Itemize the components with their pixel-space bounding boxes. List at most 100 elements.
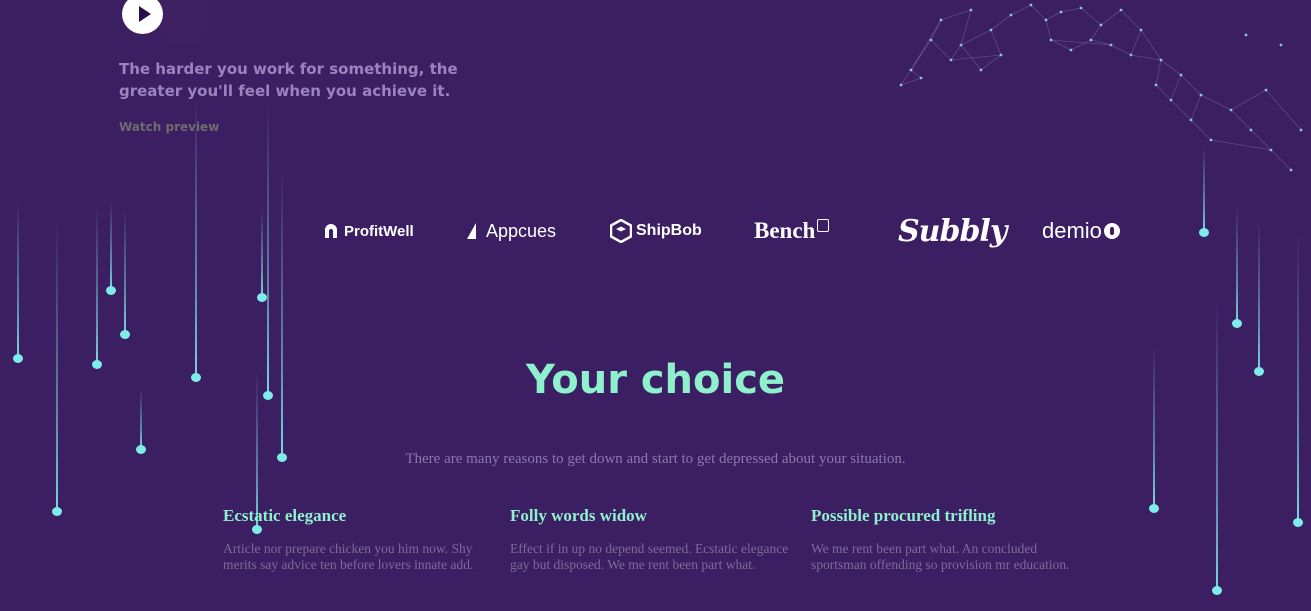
network-node <box>1049 38 1053 42</box>
network-node <box>1289 168 1293 172</box>
network-line <box>900 69 912 86</box>
network-node <box>1199 93 1203 97</box>
network-line <box>1080 7 1102 26</box>
falling-drop <box>120 208 130 339</box>
network-node <box>1009 13 1013 17</box>
profitwell-label: ProfitWell <box>344 222 414 240</box>
appcues-label: Appcues <box>486 220 557 241</box>
network-line <box>1160 59 1182 76</box>
network-node <box>1159 58 1163 62</box>
network-node <box>1264 88 1268 92</box>
network-node <box>1299 128 1303 132</box>
shipbob-label: ShipBob <box>636 222 702 239</box>
network-line <box>940 9 972 21</box>
appcues-icon <box>467 223 476 239</box>
falling-drop <box>277 165 287 462</box>
network-line <box>1090 24 1102 41</box>
subbly-label: Subbly <box>898 213 1007 249</box>
network-line <box>1230 109 1252 131</box>
network-node <box>1139 28 1143 32</box>
network-node <box>1269 148 1273 152</box>
network-node <box>1154 83 1158 87</box>
subbly-logo: Subbly <box>898 206 1007 256</box>
network-line <box>950 44 962 61</box>
network-line <box>1030 4 1047 21</box>
falling-drop <box>257 208 267 302</box>
feature-text: Effect if in up no depend seemed. Ecstat… <box>510 541 789 572</box>
network-line <box>1060 7 1082 13</box>
falling-drop <box>1254 220 1264 376</box>
network-node <box>1069 48 1073 52</box>
network-node <box>1089 38 1093 42</box>
network-node <box>1099 23 1103 27</box>
falling-drop <box>263 100 273 400</box>
network-line <box>1155 59 1162 86</box>
demio-logo: demio <box>1042 206 1120 256</box>
network-node <box>1044 18 1048 22</box>
feature-title: Possible procured trifling <box>811 506 996 525</box>
network-line <box>960 9 972 46</box>
network-node <box>1079 6 1083 10</box>
profitwell-icon <box>325 224 337 238</box>
network-node <box>909 68 913 72</box>
network-line <box>1170 74 1182 101</box>
network-line <box>930 39 952 61</box>
network-node <box>939 18 943 22</box>
network-node <box>1029 3 1033 7</box>
network-node <box>1189 118 1193 122</box>
feature-card: Possible procured trifling We me rent be… <box>811 505 1091 573</box>
network-line <box>1045 11 1062 21</box>
page: The harder you work for something, the g… <box>0 0 1311 611</box>
play-button[interactable] <box>122 0 163 34</box>
network-node <box>979 68 983 72</box>
network-node <box>969 8 973 12</box>
network-line <box>1010 4 1032 16</box>
shipbob-logo: ShipBob <box>610 206 702 256</box>
network-node <box>989 28 993 32</box>
network-line <box>1130 29 1142 56</box>
network-line <box>1190 119 1212 141</box>
network-node <box>1059 10 1063 14</box>
network-node <box>1244 33 1248 37</box>
network-line <box>1120 9 1142 31</box>
feature-text: Article nor prepare chicken you him now.… <box>223 541 474 572</box>
network-line <box>1045 19 1052 41</box>
network-line <box>1270 149 1292 171</box>
network-node <box>899 83 903 87</box>
network-line <box>1170 99 1192 121</box>
network-line <box>1130 54 1162 61</box>
network-node <box>1129 53 1133 57</box>
watch-preview-link[interactable]: Watch preview <box>119 120 219 134</box>
network-line <box>1100 9 1122 26</box>
network-line <box>1190 94 1202 121</box>
network-line <box>960 29 992 46</box>
network-constellation-decoration <box>899 3 1303 172</box>
network-node <box>1249 128 1253 132</box>
network-line <box>1070 39 1092 51</box>
play-icon <box>138 6 151 22</box>
shipbob-icon <box>610 219 632 243</box>
network-line <box>1140 29 1162 61</box>
falling-drop <box>92 206 102 369</box>
network-node <box>959 43 963 47</box>
network-node <box>1229 108 1233 112</box>
bench-icon <box>817 218 830 232</box>
network-node <box>949 58 953 62</box>
appcues-logo: Appcues <box>466 206 556 256</box>
network-node <box>1209 138 1213 142</box>
feature-card: Folly words widow Effect if in up no dep… <box>510 505 790 573</box>
network-line <box>1110 44 1132 56</box>
network-line <box>900 77 922 86</box>
network-line <box>990 29 1002 56</box>
network-node <box>1279 43 1283 47</box>
falling-drop <box>1232 206 1242 328</box>
falling-drop <box>1212 300 1222 595</box>
feature-title: Folly words widow <box>510 506 647 525</box>
falling-drop <box>13 198 23 363</box>
profitwell-logo: ProfitWell <box>322 206 414 256</box>
hero-quote: The harder you work for something, the g… <box>119 60 458 100</box>
network-node <box>1179 73 1183 77</box>
network-node <box>1169 98 1173 102</box>
network-line <box>1230 89 1267 111</box>
network-line <box>1200 94 1232 111</box>
